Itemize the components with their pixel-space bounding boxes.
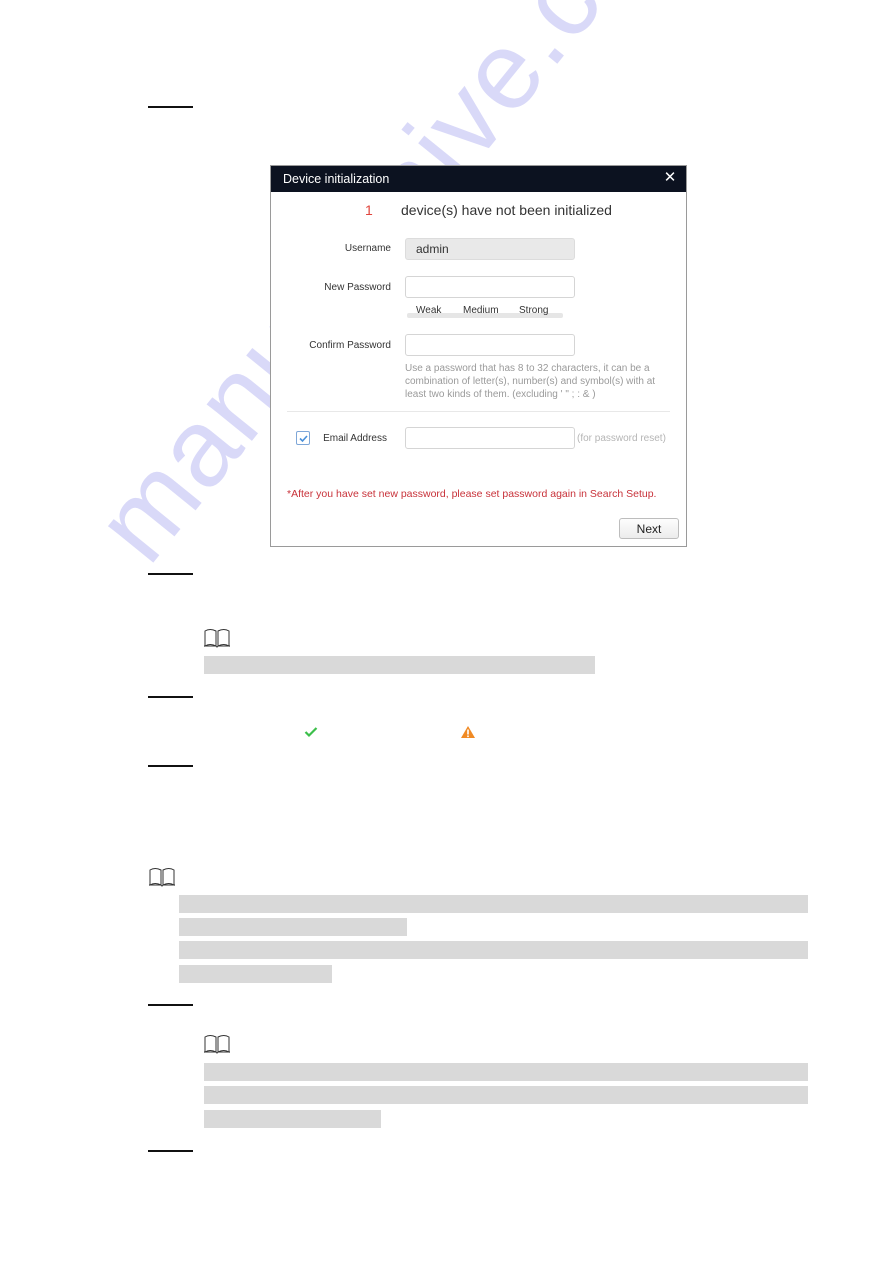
redacted-text-line [179, 918, 407, 936]
dialog-title: Device initialization [283, 172, 390, 186]
device-initialization-dialog: Device initialization ✕ 1 device(s) have… [270, 165, 687, 547]
email-suffix: (for password reset) [577, 433, 666, 444]
confirm-password-field[interactable] [405, 334, 575, 356]
email-field[interactable] [405, 427, 575, 449]
step-marker [148, 1150, 193, 1152]
redacted-text-line [204, 656, 595, 674]
password-strength-meter: Weak Medium Strong [405, 305, 565, 319]
redacted-text-line [179, 941, 808, 959]
email-label: Email Address [323, 433, 387, 444]
strength-weak: Weak [416, 305, 442, 316]
dialog-header: Device initialization ✕ [271, 166, 686, 192]
next-button[interactable]: Next [619, 518, 679, 539]
confirm-password-label: Confirm Password [309, 340, 391, 351]
warning-text: *After you have set new password, please… [287, 488, 657, 500]
warning-triangle-icon [461, 726, 475, 738]
checkmark-icon [304, 727, 318, 738]
redacted-text-line [204, 1110, 381, 1128]
username-field[interactable] [405, 238, 575, 260]
book-icon [204, 1035, 230, 1054]
step-marker [148, 696, 193, 698]
new-password-field[interactable] [405, 276, 575, 298]
step-marker [148, 765, 193, 767]
uninitialized-text: device(s) have not been initialized [401, 202, 612, 218]
uninitialized-count: 1 [365, 202, 373, 218]
step-marker [148, 1004, 193, 1006]
divider [287, 411, 670, 412]
book-icon [204, 629, 230, 648]
redacted-text-line [179, 965, 332, 983]
strength-strong: Strong [519, 305, 549, 316]
redacted-text-line [204, 1086, 808, 1104]
close-icon[interactable]: ✕ [662, 169, 678, 187]
password-hint: Use a password that has 8 to 32 characte… [405, 363, 656, 400]
step-marker [148, 106, 193, 108]
strength-medium: Medium [463, 305, 499, 316]
new-password-label: New Password [324, 282, 391, 293]
username-label: Username [344, 243, 391, 254]
redacted-text-line [204, 1063, 808, 1081]
redacted-text-line [179, 895, 808, 913]
book-icon [149, 868, 175, 887]
step-marker [148, 573, 193, 575]
